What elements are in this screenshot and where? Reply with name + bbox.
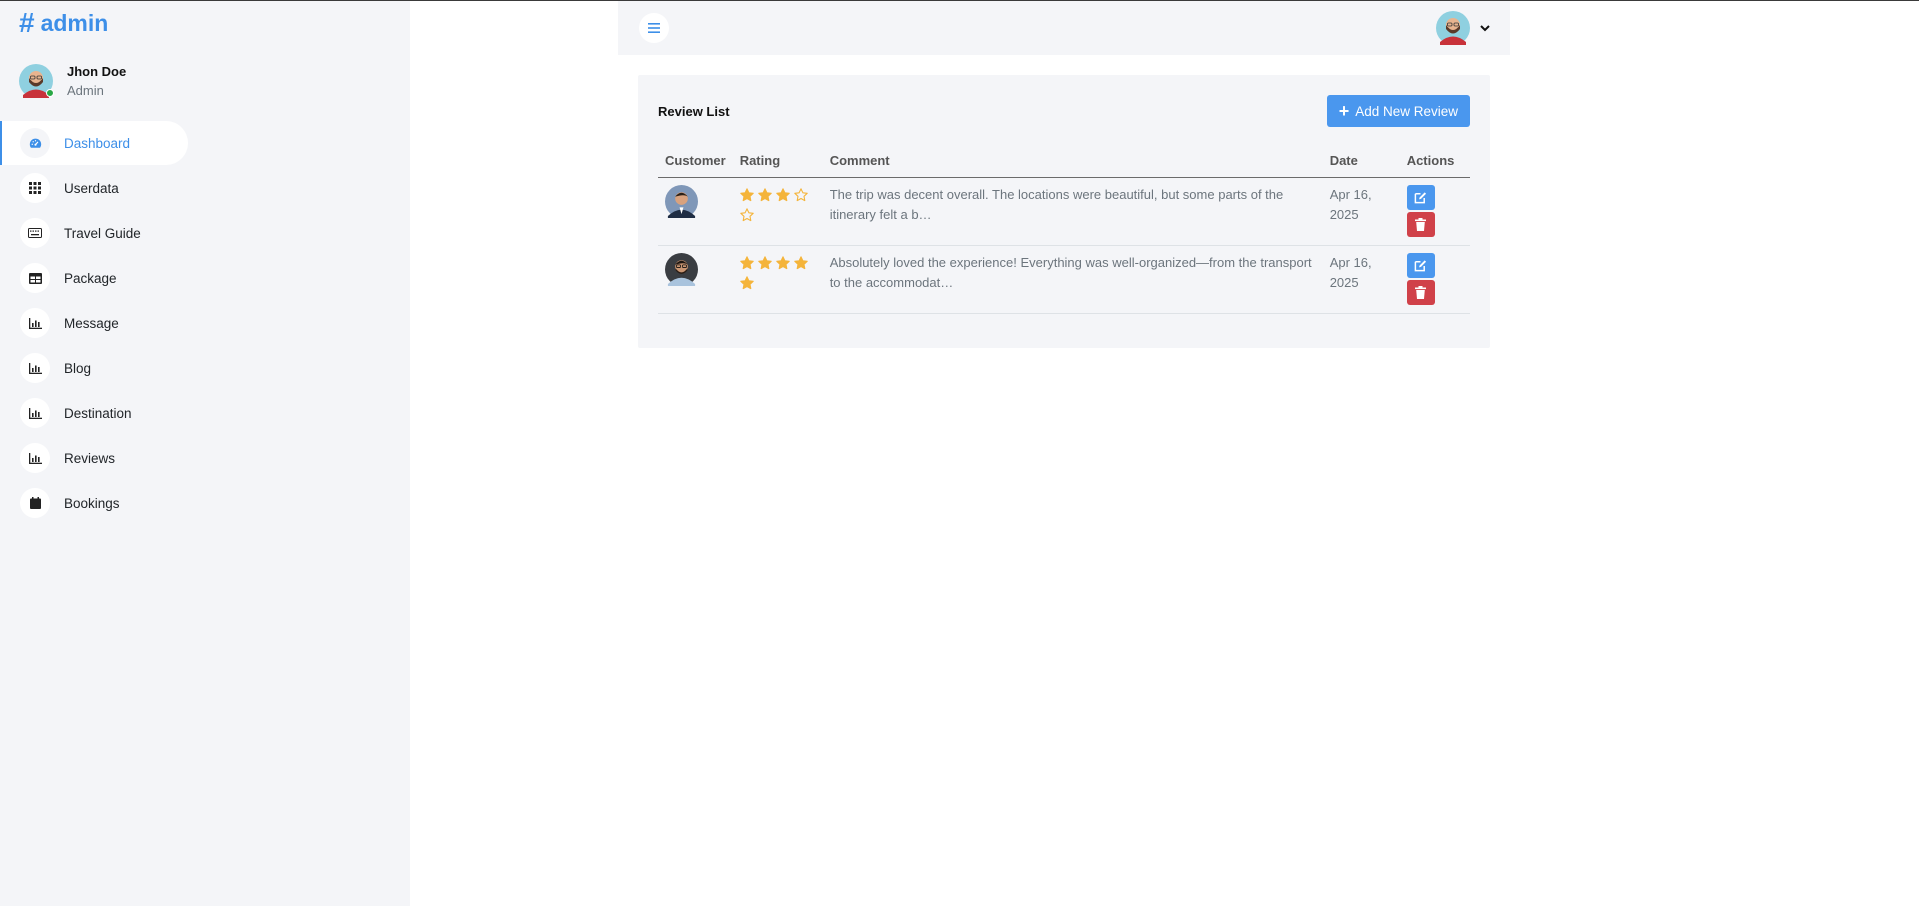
sidebar-item-userdata[interactable]: Userdata [0,166,188,210]
column-header-date: Date [1322,147,1400,178]
star-filled-icon [757,185,776,205]
user-profile: Jhon Doe Admin [19,64,126,98]
star-filled-icon [757,253,776,273]
star-filled-icon [739,273,758,293]
chevron-down-icon[interactable] [1480,24,1490,32]
comment-cell: The trip was decent overall. The locatio… [822,177,1323,246]
grid-icon [20,173,50,203]
add-new-review-label: Add New Review [1355,103,1458,119]
table-icon [20,263,50,293]
comment-cell: Absolutely loved the experience! Everyth… [822,245,1323,314]
sidebar-item-travel-guide[interactable]: Travel Guide [0,211,188,255]
sidebar-item-label: Userdata [64,180,119,196]
sidebar-item-bookings[interactable]: Bookings [0,481,188,525]
sidebar-item-package[interactable]: Package [0,256,188,300]
chart-icon [20,353,50,383]
sidebar-item-label: Travel Guide [64,225,141,241]
profile-role: Admin [67,83,104,98]
sidebar-nav: Dashboard Userdata Travel Guide Package … [0,121,188,526]
sidebar-item-label: Message [64,315,119,331]
delete-button[interactable] [1406,212,1435,237]
profile-name: Jhon Doe [67,64,127,79]
avatar[interactable] [1436,11,1470,45]
star-outline-icon [739,205,758,225]
trash-icon [1415,218,1427,231]
sidebar: # admin Jhon Doe Admin Dashboard Userdat… [0,1,410,906]
table-row: The trip was decent overall. The locatio… [658,177,1470,246]
column-header-customer: Customer [658,147,733,178]
star-filled-icon [793,253,812,273]
chart-icon [20,398,50,428]
star-rating [739,253,816,293]
customer-avatar [665,185,698,218]
sidebar-item-reviews[interactable]: Reviews [0,436,188,480]
card-title: Review List [658,103,730,119]
sidebar-item-blog[interactable]: Blog [0,346,188,390]
edit-button[interactable] [1406,185,1435,210]
add-new-review-button[interactable]: + Add New Review [1326,95,1470,127]
customer-cell [658,245,733,314]
table-row: Absolutely loved the experience! Everyth… [658,245,1470,314]
column-header-actions: Actions [1399,147,1470,178]
chart-icon [20,443,50,473]
date-cell: Apr 16, 2025 [1322,245,1400,314]
star-filled-icon [739,253,758,273]
brand-logo[interactable]: # admin [19,9,108,37]
sidebar-item-dashboard[interactable]: Dashboard [0,121,188,165]
customer-cell [658,177,733,246]
star-rating [739,185,816,225]
edit-button[interactable] [1406,253,1435,278]
rating-cell [732,177,823,246]
customer-avatar [665,253,698,286]
topbar [618,1,1510,55]
star-filled-icon [775,253,794,273]
delete-button[interactable] [1406,280,1435,305]
chart-icon [20,308,50,338]
online-status-dot [46,89,54,97]
hash-icon: # [19,7,35,38]
column-header-rating: Rating [732,147,823,178]
table-header-row: Customer Rating Comment Date Actions [658,147,1470,178]
calendar-icon [20,488,50,518]
review-list-card: Review List + Add New Review Customer Ra… [638,75,1490,348]
rating-cell [732,245,823,314]
sidebar-item-label: Blog [64,360,92,376]
column-header-comment: Comment [822,147,1323,178]
actions-cell [1399,177,1470,246]
avatar [19,64,54,98]
main-content: Review List + Add New Review Customer Ra… [618,1,1510,906]
star-outline-icon [793,185,812,205]
hamburger-icon [648,23,660,33]
edit-icon [1414,260,1427,272]
plus-icon: + [1338,101,1350,121]
sidebar-item-message[interactable]: Message [0,301,188,345]
trash-icon [1415,286,1427,299]
gauge-icon [20,128,50,158]
star-filled-icon [775,185,794,205]
date-cell: Apr 16, 2025 [1322,177,1400,246]
brand-name: admin [40,9,109,36]
sidebar-item-label: Destination [64,405,132,421]
actions-cell [1399,245,1470,314]
sidebar-item-label: Bookings [64,495,120,511]
sidebar-item-destination[interactable]: Destination [0,391,188,435]
reviews-table: Customer Rating Comment Date Actions The… [658,147,1470,314]
user-menu[interactable] [1436,11,1490,45]
keyboard-icon [20,218,50,248]
sidebar-item-label: Package [64,270,117,286]
sidebar-item-label: Dashboard [64,135,131,151]
edit-icon [1414,192,1427,204]
menu-toggle-button[interactable] [639,13,669,43]
sidebar-item-label: Reviews [64,450,116,466]
star-filled-icon [739,185,758,205]
